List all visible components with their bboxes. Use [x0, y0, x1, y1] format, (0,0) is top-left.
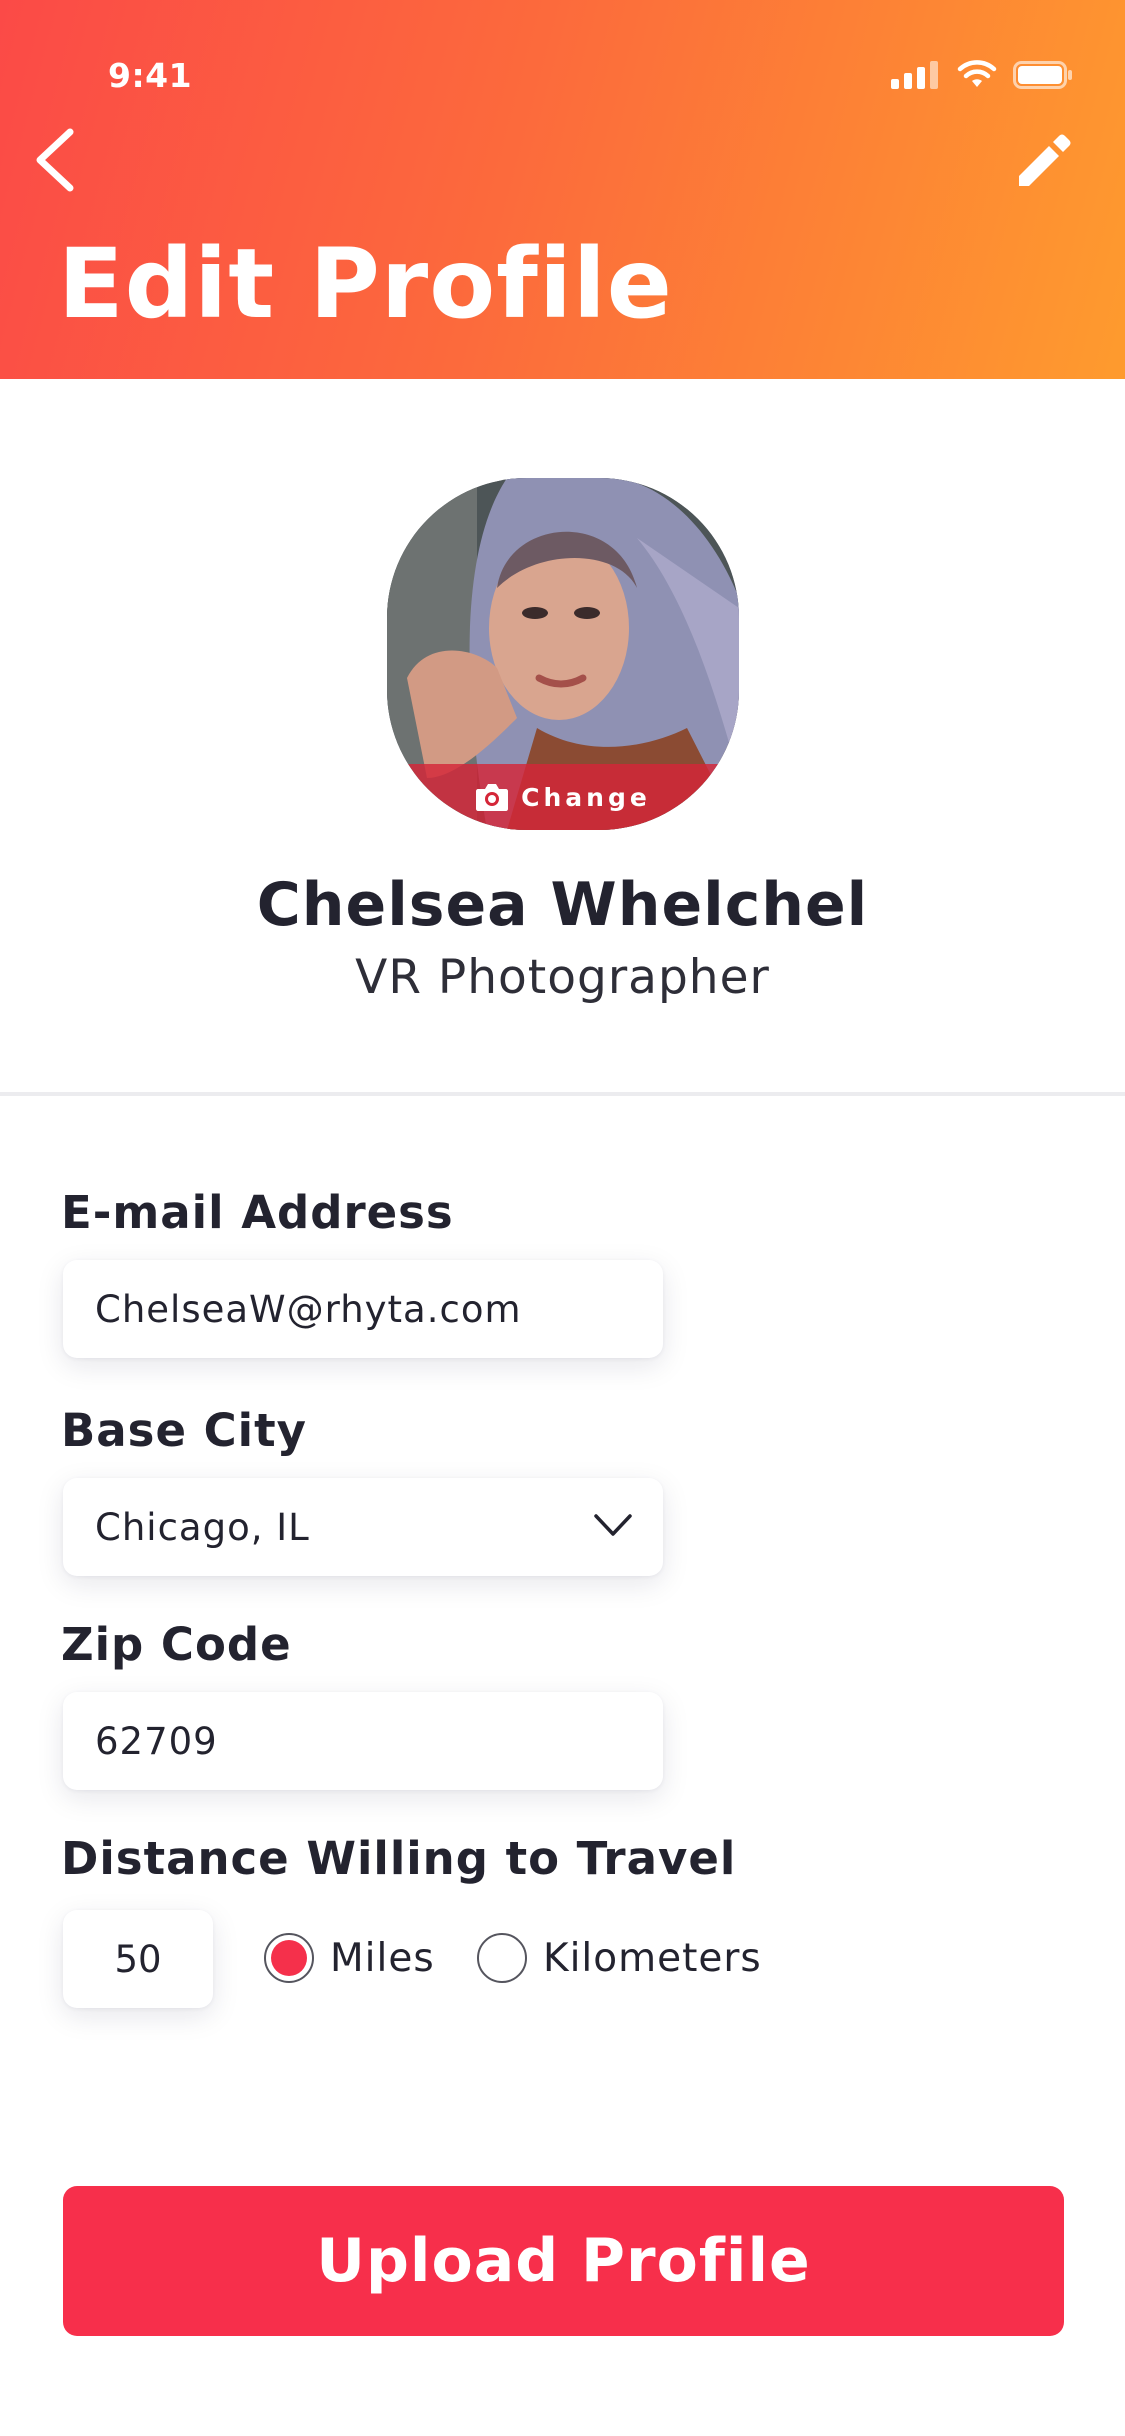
radio-miles[interactable]: Miles	[264, 1933, 435, 1983]
base-city-value: Chicago, IL	[95, 1505, 310, 1549]
upload-profile-button[interactable]: Upload Profile	[63, 2186, 1064, 2336]
chevron-left-icon	[36, 128, 74, 192]
chevron-down-icon	[594, 1514, 632, 1536]
miles-radio-button[interactable]	[264, 1933, 314, 1983]
radio-selected-dot	[271, 1940, 307, 1976]
profile-name: Chelsea Whelchel	[256, 870, 869, 940]
edit-profile-screen: 9:41 Edit Profile Change Chelsea Whelche…	[0, 0, 1125, 2436]
kilometers-label: Kilometers	[543, 1935, 762, 1981]
header: 9:41 Edit Profile	[0, 0, 1125, 379]
back-button[interactable]	[14, 120, 94, 200]
edit-button[interactable]	[1003, 118, 1087, 202]
zip-code-value: 62709	[95, 1719, 218, 1763]
distance-label: Distance Willing to Travel	[61, 1832, 737, 1885]
divider	[0, 1092, 1125, 1096]
profile-role: VR Photographer	[355, 950, 770, 1005]
wifi-icon	[957, 60, 997, 87]
change-photo-button[interactable]: Change	[387, 764, 739, 830]
battery-icon	[1013, 61, 1072, 89]
zip-code-label: Zip Code	[61, 1618, 292, 1671]
distance-value: 50	[114, 1937, 162, 1981]
page-title: Edit Profile	[58, 228, 673, 340]
avatar[interactable]: Change	[387, 478, 739, 830]
email-label: E-mail Address	[61, 1186, 454, 1239]
status-icons	[891, 60, 1073, 90]
camera-icon	[476, 784, 509, 811]
zip-code-field[interactable]: 62709	[63, 1692, 663, 1790]
base-city-label: Base City	[61, 1404, 307, 1457]
status-time: 9:41	[108, 56, 193, 95]
miles-label: Miles	[330, 1935, 435, 1981]
base-city-select[interactable]: Chicago, IL	[63, 1478, 663, 1576]
change-label: Change	[521, 782, 651, 812]
email-value: ChelseaW@rhyta.com	[95, 1287, 522, 1331]
radio-kilometers[interactable]: Kilometers	[477, 1933, 762, 1983]
signal-icon	[891, 61, 938, 89]
distance-input[interactable]: 50	[63, 1910, 213, 2008]
pencil-icon	[1019, 134, 1071, 186]
email-field[interactable]: ChelseaW@rhyta.com	[63, 1260, 663, 1358]
kilometers-radio-button[interactable]	[477, 1933, 527, 1983]
